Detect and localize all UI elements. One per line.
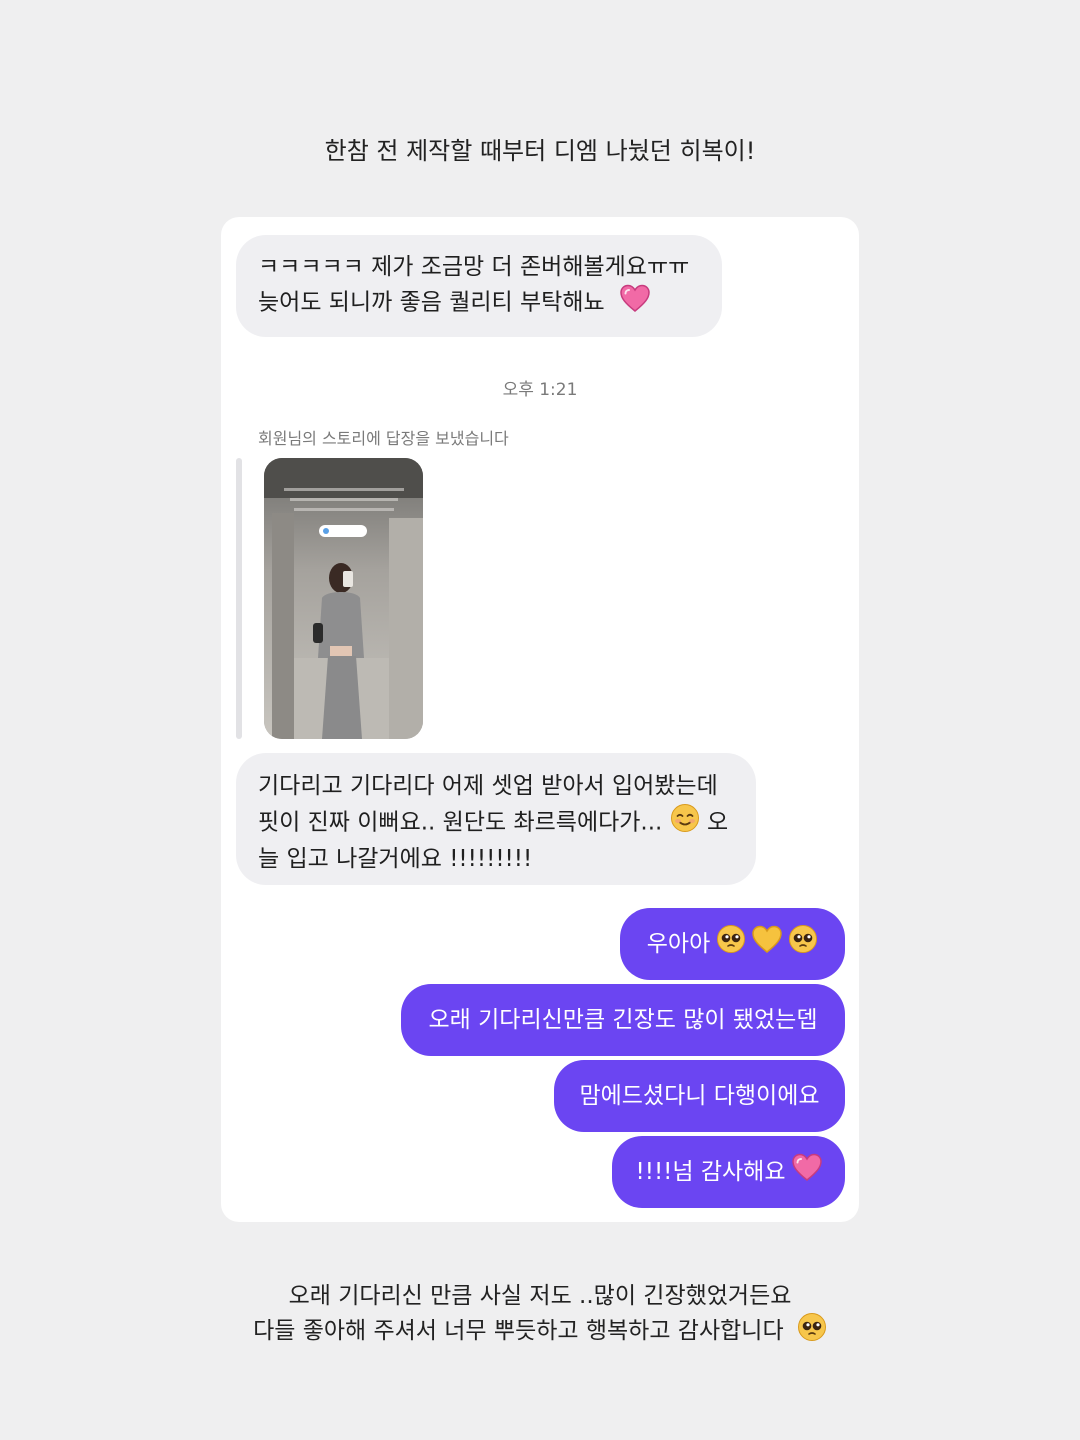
message-text: !!!!넘 감사해요 bbox=[635, 1158, 786, 1185]
message-timestamp: 오후 1:21 bbox=[502, 380, 578, 400]
message-line: 핏이 진짜 이뻐요.. 원단도 촤르륵에다가... 오 bbox=[258, 803, 734, 843]
outgoing-message-bubble[interactable]: !!!!넘 감사해요 bbox=[612, 1136, 845, 1208]
story-reply-note: 회원님의 스토리에 답장을 보냈습니다 bbox=[258, 429, 509, 448]
pink-heart-icon bbox=[791, 1153, 822, 1191]
message-line: 늘 입고 나갈거에요 !!!!!!!!! bbox=[258, 846, 533, 872]
story-thumbnail[interactable] bbox=[264, 458, 423, 739]
message-line: ㅋㅋㅋㅋㅋ 제가 조금망 더 존버해볼게요ㅠㅠ bbox=[258, 254, 690, 280]
message-text: 늦어도 되니까 좋음 퀄리티 부탁해뇨 bbox=[258, 289, 605, 316]
outgoing-message-bubble[interactable]: 오래 기다리신만큼 긴장도 많이 됐었는뎁 bbox=[401, 984, 845, 1056]
pleading-face-icon bbox=[716, 924, 746, 964]
outgoing-message-bubble[interactable]: 우아아 bbox=[620, 908, 845, 980]
message-line: 기다리고 기다리다 어제 셋업 받아서 입어봤는데 bbox=[258, 773, 718, 799]
message-text: 맘에드셨다니 다행이에요 bbox=[579, 1082, 820, 1109]
pleading-face-icon bbox=[788, 924, 818, 964]
footer-caption: 오래 기다리신 만큼 사실 저도 ..많이 긴장했었거든요 다들 좋아해 주셔서… bbox=[0, 1281, 1080, 1351]
incoming-message-bubble[interactable]: 기다리고 기다리다 어제 셋업 받아서 입어봤는데 핏이 진짜 이뻐요.. 원단… bbox=[236, 753, 756, 885]
header-caption: 한참 전 제작할 때부터 디엠 나눴던 히복이! bbox=[324, 137, 756, 165]
chat-card: ㅋㅋㅋㅋㅋ 제가 조금망 더 존버해볼게요ㅠㅠ 늦어도 되니까 좋음 퀄리티 부… bbox=[221, 217, 859, 1222]
relieved-face-icon bbox=[670, 803, 700, 843]
footer-line: 오래 기다리신 만큼 사실 저도 ..많이 긴장했었거든요 bbox=[288, 1283, 792, 1309]
message-text: 핏이 진짜 이뻐요.. 원단도 촤르륵에다가... bbox=[258, 809, 663, 836]
reply-indicator-bar bbox=[236, 458, 242, 739]
message-text: 오 bbox=[706, 809, 729, 836]
outgoing-message-bubble[interactable]: 맘에드셨다니 다행이에요 bbox=[554, 1060, 845, 1132]
incoming-message-bubble[interactable]: ㅋㅋㅋㅋㅋ 제가 조금망 더 존버해볼게요ㅠㅠ 늦어도 되니까 좋음 퀄리티 부… bbox=[236, 235, 722, 337]
footer-text: 다들 좋아해 주셔서 너무 뿌듯하고 행복하고 감사합니다 bbox=[253, 1318, 784, 1344]
message-line: 늦어도 되니까 좋음 퀄리티 부탁해뇨 bbox=[258, 284, 700, 322]
yellow-heart-icon bbox=[752, 925, 782, 963]
footer-line: 다들 좋아해 주셔서 너무 뿌듯하고 행복하고 감사합니다 bbox=[0, 1312, 1080, 1351]
message-text: 오래 기다리신만큼 긴장도 많이 됐었는뎁 bbox=[428, 1006, 818, 1033]
pleading-face-icon bbox=[797, 1312, 827, 1351]
message-text: 우아아 bbox=[646, 930, 711, 957]
pink-heart-icon bbox=[620, 284, 650, 322]
